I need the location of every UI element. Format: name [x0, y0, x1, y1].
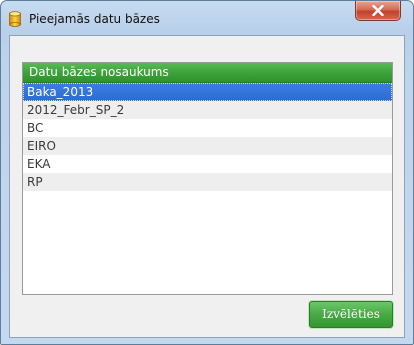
database-list[interactable]: Datu bāzes nosaukums Baka_2013 2012_Febr_… — [22, 62, 393, 295]
list-header[interactable]: Datu bāzes nosaukums — [23, 63, 392, 83]
list-item[interactable]: 2012_Febr_SP_2 — [23, 101, 392, 119]
list-item[interactable]: EIRO — [23, 137, 392, 155]
list-item[interactable]: RP — [23, 173, 392, 191]
select-button[interactable]: Izvēlēties — [309, 301, 393, 328]
close-icon — [372, 5, 384, 16]
list-item[interactable]: Baka_2013 — [23, 83, 392, 101]
database-icon — [9, 11, 21, 27]
list-item[interactable]: EKA — [23, 155, 392, 173]
close-button[interactable] — [355, 1, 401, 21]
list-item[interactable]: BC — [23, 119, 392, 137]
list-rows: Baka_2013 2012_Febr_SP_2 BC EIRO EKA RP — [23, 83, 392, 191]
dialog-window: Pieejamās datu bāzes Datu bāzes nosaukum… — [0, 0, 414, 345]
window-title: Pieejamās datu bāzes — [29, 12, 160, 26]
dialog-body: Datu bāzes nosaukums Baka_2013 2012_Febr_… — [9, 35, 405, 338]
title-bar[interactable]: Pieejamās datu bāzes — [1, 1, 413, 35]
